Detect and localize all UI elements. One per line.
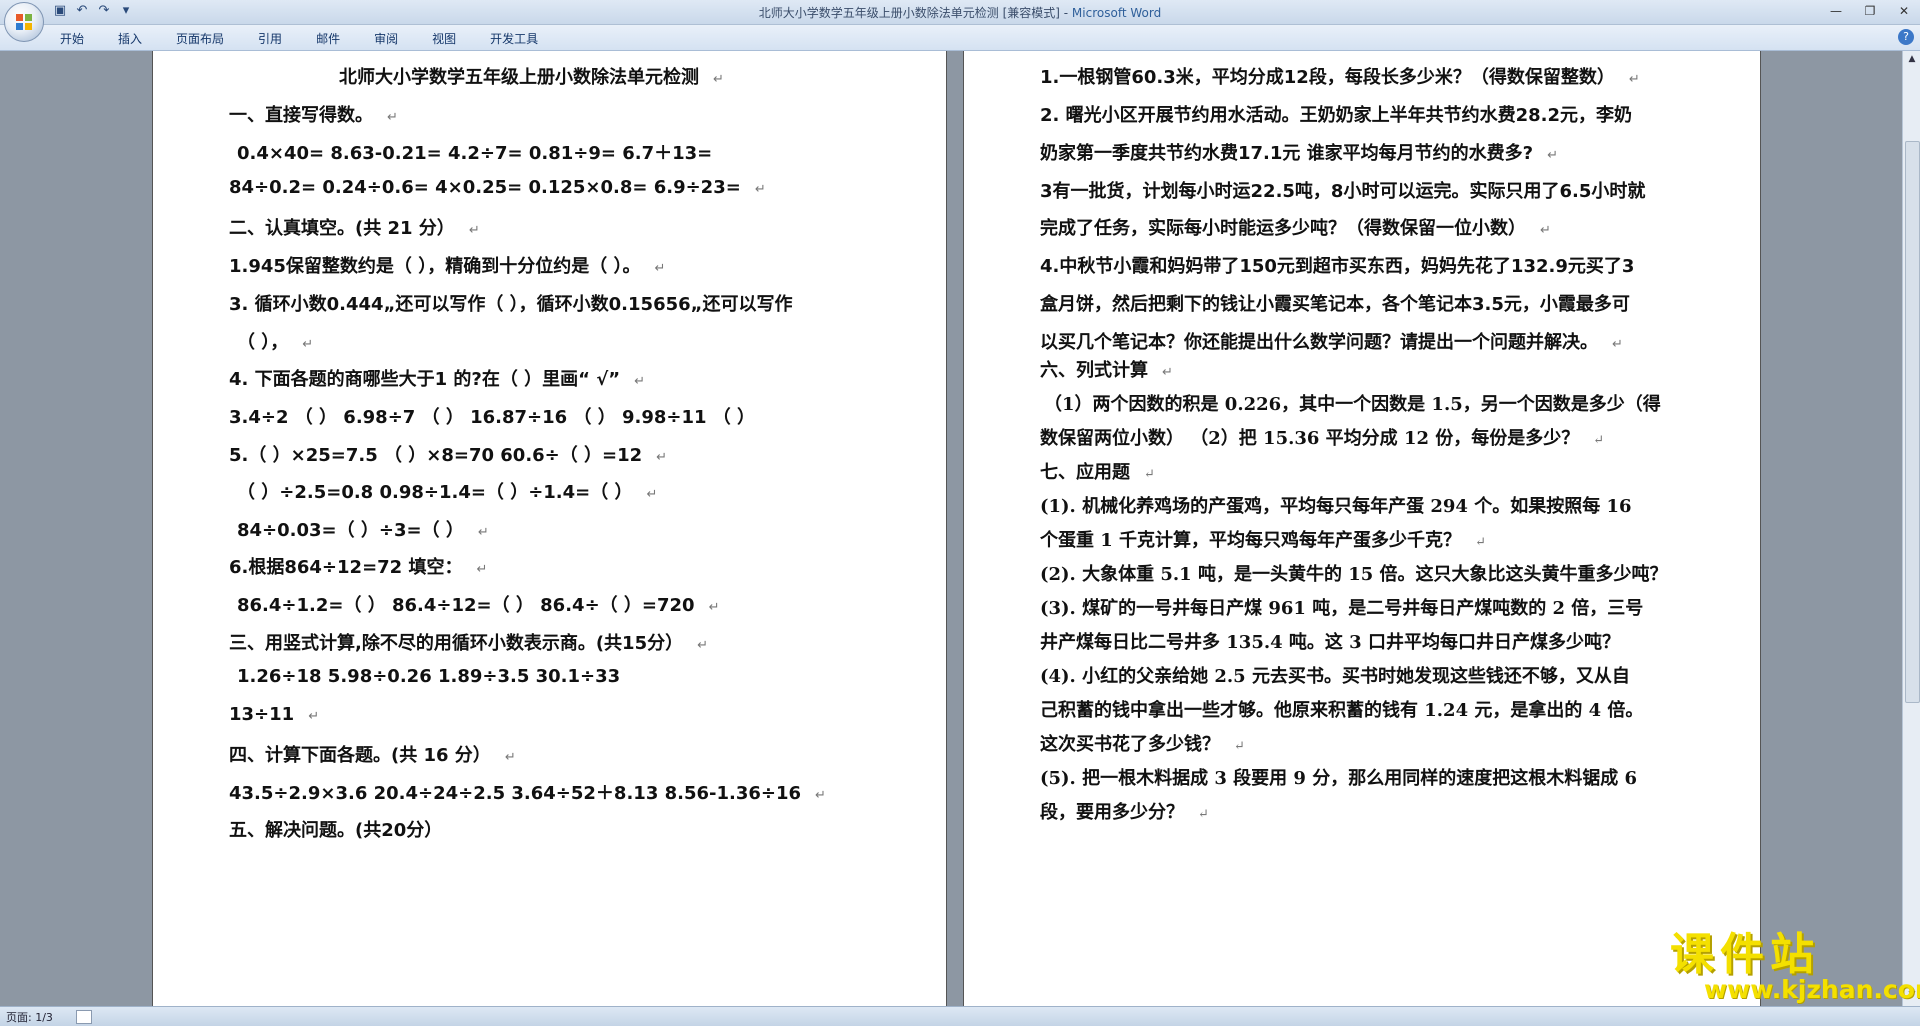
tab-review[interactable]: 审阅 [374, 30, 414, 47]
problem-line: 4. 下面各题的商哪些大于1 的?在（ ）里画“ √” ↵ [229, 369, 645, 390]
document-title-text: 北师大小学数学五年级上册小数除法单元检测 ↵ [339, 67, 724, 88]
tab-references[interactable]: 引用 [258, 30, 298, 47]
problem-line: (2). 大象体重 5.1 吨，是一头黄牛的 15 倍。这只大象比这头黄牛重多少… [1040, 564, 1668, 585]
vertical-scrollbar[interactable]: ▲ ▼ [1902, 51, 1920, 1006]
problem-line: (1). 机械化养鸡场的产蛋鸡，平均每只每年产蛋 294 个。如果按照每 16 [1040, 496, 1632, 517]
problem-line: 盒月饼，然后把剩下的钱让小霞买笔记本，各个笔记本3.5元，小霞最多可 [1040, 294, 1630, 315]
ribbon: 开始 插入 页面布局 引用 邮件 审阅 视图 开发工具 ? [0, 25, 1920, 51]
section-heading: 六、列式计算 ↵ [1040, 360, 1173, 381]
ribbon-tabs: 开始 插入 页面布局 引用 邮件 审阅 视图 开发工具 [60, 30, 572, 47]
problem-line: 3.4÷2 （ ） 6.98÷7 （ ） 16.87÷16 （ ） 9.98÷1… [229, 407, 756, 428]
watermark-logo: 课件站 www.kjzhan.com [1670, 918, 1920, 1006]
problem-line: 2. 曙光小区开展节约用水活动。王奶奶家上半年共节约水费28.2元，李奶 [1040, 105, 1633, 126]
problem-line: (3). 煤矿的一号井每日产煤 961 吨，是二号井每日产煤吨数的 2 倍，三号 [1040, 598, 1644, 619]
problem-line: 1.一根钢管60.3米，平均分成12段，每段长多少米？（得数保留整数） ↵ [1040, 67, 1640, 88]
close-icon[interactable]: ✕ [1894, 2, 1914, 20]
document-page-right: 1.一根钢管60.3米，平均分成12段，每段长多少米？（得数保留整数） ↵ 2. … [963, 51, 1761, 1006]
problem-line: （1）两个因数的积是 0.226，其中一个因数是 1.5，另一个因数是多少（得 [1044, 394, 1661, 415]
section-heading: 一、直接写得数。 ↵ [229, 105, 398, 126]
problem-line: 84÷0.03=（ ）÷3=（ ） ↵ [237, 520, 489, 541]
problem-line: （ ）， ↵ [237, 332, 314, 353]
proofing-icon[interactable] [76, 1010, 92, 1024]
problem-line: （ ）÷2.5=0.8 0.98÷1.4=（ ）÷1.4=（ ） ↵ [237, 482, 658, 503]
document-title: 北师大小学数学五年级上册小数除法单元检测 [兼容模式] - [758, 6, 1072, 20]
problem-line: 1.945保留整数约是（ ），精确到十分位约是（ ）。 ↵ [229, 256, 666, 277]
problem-line: 己积蓄的钱中拿出一些才够。他原来积蓄的钱有 1.24 元，是拿出的 4 倍。 [1040, 700, 1644, 721]
office-button[interactable] [4, 2, 44, 42]
minimize-icon[interactable]: — [1826, 2, 1846, 20]
problem-line: 井产煤每日比二号井多 135.4 吨。这 3 口井平均每口井日产煤多少吨？ [1040, 632, 1620, 653]
problem-line: 84÷0.2= 0.24÷0.6= 4×0.25= 0.125×0.8= 6.9… [229, 177, 766, 198]
problem-line: 段，要用多少分？ ↵ [1040, 802, 1209, 823]
tab-page-layout[interactable]: 页面布局 [176, 30, 240, 47]
problem-line: 3有一批货，计划每小时运22.5吨，8小时可以运完。实际只用了6.5小时就 [1040, 181, 1646, 202]
window-controls: — ❐ ✕ [1826, 2, 1914, 20]
document-page-left: 北师大小学数学五年级上册小数除法单元检测 ↵ 一、直接写得数。 ↵ 0.4×40= … [152, 51, 947, 1006]
problem-line: 3. 循环小数0.444„还可以写作（ ），循环小数0.15656„还可以写作 [229, 294, 793, 315]
problem-line: 86.4÷1.2=（ ） 86.4÷12=（ ） 86.4÷（ ）=720 ↵ [237, 595, 720, 616]
problem-line: 奶家第一季度共节约水费17.1元 谁家平均每月节约的水费多? ↵ [1040, 143, 1559, 164]
maximize-icon[interactable]: ❐ [1860, 2, 1880, 20]
section-heading: 四、计算下面各题。(共 16 分） ↵ [229, 745, 516, 766]
watermark-url: www.kjzhan.com [1704, 975, 1920, 1004]
window-title: 北师大小学数学五年级上册小数除法单元检测 [兼容模式] - Microsoft … [0, 4, 1920, 21]
scroll-up-icon[interactable]: ▲ [1906, 53, 1918, 65]
problem-line: 0.4×40= 8.63-0.21= 4.2÷7= 0.81÷9= 6.7＋13… [237, 143, 713, 164]
problem-line: 6.根据864÷12=72 填空： ↵ [229, 557, 488, 578]
problem-line: 数保留两位小数） （2）把 15.36 平均分成 12 份，每份是多少？ ↵ [1040, 428, 1605, 449]
problem-line: 4.中秋节小霞和妈妈带了150元到超市买东西，妈妈先花了132.9元买了3 [1040, 256, 1635, 277]
app-name: Microsoft Word [1071, 6, 1162, 20]
tab-view[interactable]: 视图 [432, 30, 472, 47]
problem-line: 这次买书花了多少钱？ ↵ [1040, 734, 1245, 755]
section-heading: 七、应用题 ↵ [1040, 462, 1155, 483]
tab-developer[interactable]: 开发工具 [490, 30, 554, 47]
status-bar: 页面: 1/3 [0, 1006, 1920, 1026]
section-heading: 五、解决问题。(共20分） [229, 820, 443, 841]
problem-line: 43.5÷2.9×3.6 20.4÷24÷2.5 3.64÷52＋8.13 8.… [229, 783, 826, 804]
tab-home[interactable]: 开始 [60, 30, 100, 47]
problem-line: 完成了任务，实际每小时能运多少吨？（得数保留一位小数） ↵ [1040, 218, 1551, 239]
help-icon[interactable]: ? [1898, 29, 1914, 45]
section-heading: 二、认真填空。(共 21 分） ↵ [229, 218, 480, 239]
office-logo-icon [16, 14, 32, 30]
problem-line: 个蛋重 1 千克计算，平均每只鸡每年产蛋多少千克？ ↵ [1040, 530, 1486, 551]
title-bar: ▣ ↶ ↷ ▾ 北师大小学数学五年级上册小数除法单元检测 [兼容模式] - Mi… [0, 0, 1920, 25]
watermark-text: 课件站 [1670, 929, 1820, 980]
section-heading: 三、用竖式计算,除不尽的用循环小数表示商。(共15分） ↵ [229, 633, 709, 654]
tab-insert[interactable]: 插入 [118, 30, 158, 47]
problem-line: (4). 小红的父亲给她 2.5 元去买书。买书时她发现这些钱还不够，又从自 [1040, 666, 1630, 687]
problem-line: 以买几个笔记本？你还能提出什么数学问题？请提出一个问题并解决。 ↵ [1040, 332, 1623, 353]
tab-mailings[interactable]: 邮件 [316, 30, 356, 47]
problem-line: (5). 把一根木料据成 3 段要用 9 分，那么用同样的速度把这根木料锯成 6 [1040, 768, 1637, 789]
page-indicator[interactable]: 页面: 1/3 [6, 1009, 53, 1025]
scrollbar-thumb[interactable] [1905, 141, 1920, 703]
problem-line: 13÷11 ↵ [229, 704, 320, 725]
problem-line: 1.26÷18 5.98÷0.26 1.89÷3.5 30.1÷33 [237, 666, 621, 687]
problem-line: 5.（ ）×25=7.5 （ ）×8=70 60.6÷（ ）=12 ↵ [229, 445, 668, 466]
